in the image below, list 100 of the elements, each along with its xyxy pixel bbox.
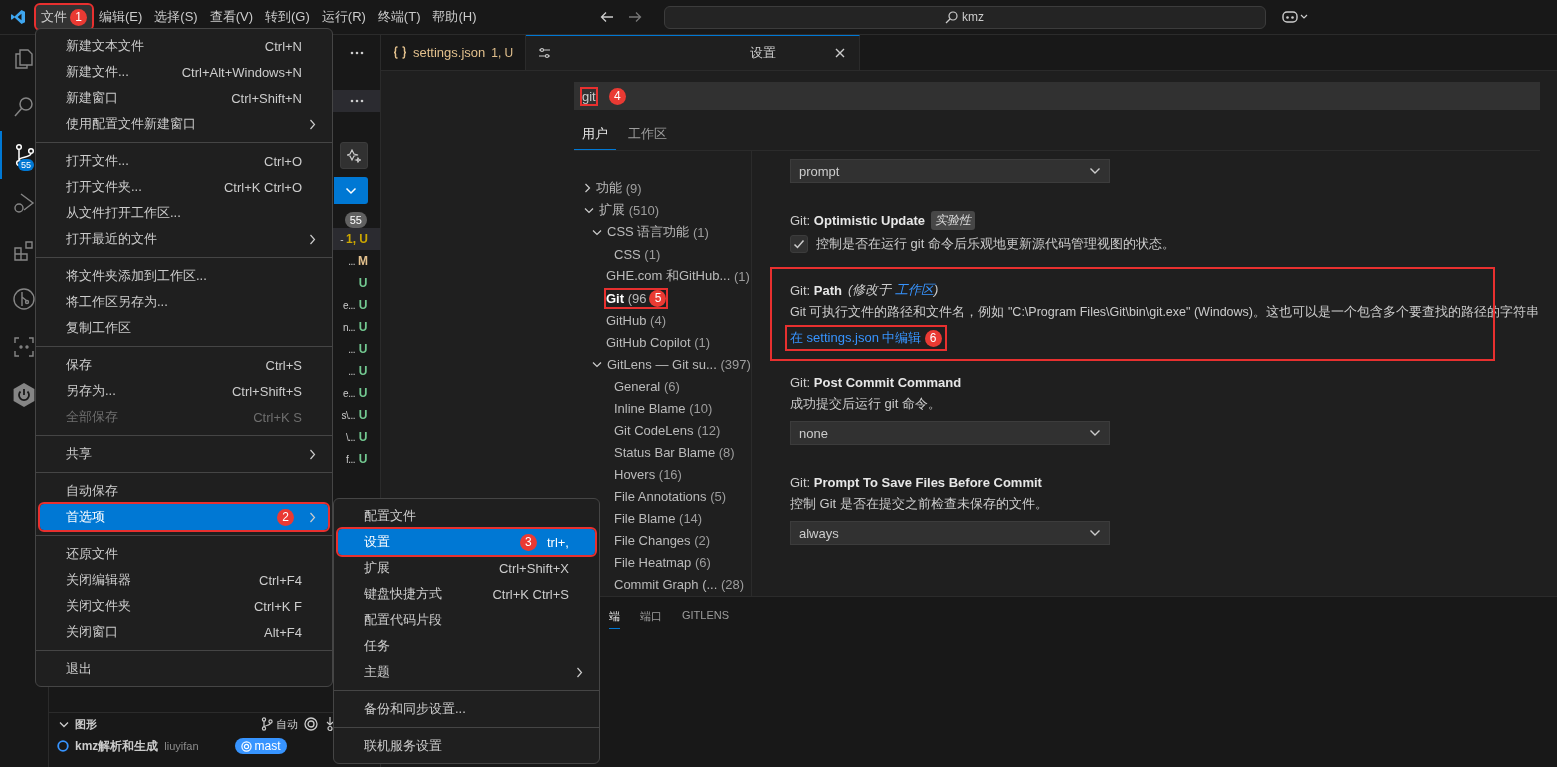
menu-bar-item[interactable]: 文件 1 bbox=[36, 5, 92, 29]
menu-item[interactable]: 打开最近的文件 bbox=[40, 226, 328, 252]
menu-item[interactable]: 另存为... Ctrl+Shift+S bbox=[40, 378, 328, 404]
menu-item[interactable]: 键盘快捷方式 Ctrl+K Ctrl+S bbox=[338, 581, 595, 607]
more-icon[interactable] bbox=[350, 99, 364, 103]
panel-tab[interactable]: 端 bbox=[609, 605, 620, 629]
generate-message-button[interactable] bbox=[340, 142, 368, 169]
editor-tab[interactable]: 设置 bbox=[526, 35, 861, 70]
menu-item[interactable]: 首选项 2 bbox=[40, 504, 328, 530]
menu-item[interactable]: 将文件夹添加到工作区... bbox=[40, 263, 328, 289]
settings-tree-item[interactable]: File Blame (14) bbox=[614, 510, 703, 526]
files-icon[interactable] bbox=[12, 47, 36, 71]
panel-tab[interactable]: GITLENS bbox=[682, 605, 730, 625]
settings-tree-item[interactable]: GitHub Copilot (1) bbox=[606, 334, 711, 350]
settings-tree-item[interactable]: GHE.com 和GitHub... (1) bbox=[606, 267, 750, 285]
scope-tab[interactable]: 工作区 bbox=[620, 120, 675, 150]
settings-tree-item[interactable]: 功能 (9) bbox=[582, 179, 642, 197]
menu-item[interactable]: 设置 3 trl+, bbox=[338, 529, 595, 555]
settings-tree-item[interactable]: File Heatmap (6) bbox=[614, 554, 711, 570]
menu-item[interactable]: 打开文件夹... Ctrl+K Ctrl+O bbox=[40, 174, 328, 200]
close-icon[interactable] bbox=[835, 48, 846, 58]
menu-item[interactable]: 保存 Ctrl+S bbox=[40, 352, 328, 378]
panel-tab[interactable]: 端口 bbox=[640, 605, 662, 628]
menu-item[interactable]: 任务 bbox=[338, 633, 595, 659]
scope-tab[interactable]: 用户 bbox=[574, 120, 616, 150]
menu-item[interactable]: 共享 bbox=[40, 441, 328, 467]
menu-item[interactable]: 将工作区另存为... bbox=[40, 289, 328, 315]
menu-item[interactable]: 自动保存 bbox=[40, 478, 328, 504]
menu-item[interactable]: 扩展 Ctrl+Shift+X bbox=[338, 555, 595, 581]
menu-item[interactable]: 使用配置文件新建窗口 bbox=[40, 111, 328, 137]
setting-title: Git: Post Commit Command bbox=[790, 374, 962, 390]
run-debug-icon[interactable] bbox=[12, 191, 36, 215]
menu-bar-item[interactable]: 运行(R) bbox=[316, 5, 371, 29]
remote-brackets-icon[interactable] bbox=[12, 335, 36, 359]
commit-message[interactable]: kmz解析和生成 bbox=[75, 737, 159, 755]
chevron-right-icon bbox=[309, 119, 316, 130]
git-commit-circle-icon[interactable] bbox=[12, 287, 36, 311]
menu-item[interactable]: 新建文本文件 Ctrl+N bbox=[40, 33, 328, 59]
target-icon[interactable] bbox=[304, 717, 318, 731]
forward-arrow-icon[interactable] bbox=[627, 11, 642, 23]
command-center-search[interactable]: kmz bbox=[663, 5, 1266, 29]
dropdown[interactable]: prompt bbox=[790, 159, 1110, 183]
menu-item[interactable]: 新建文件... Ctrl+Alt+Windows+N bbox=[40, 59, 328, 85]
settings-tree-item[interactable]: Inline Blame (10) bbox=[614, 400, 713, 416]
power-icon[interactable] bbox=[11, 382, 37, 408]
menu-bar-item[interactable]: 选择(S) bbox=[149, 5, 203, 29]
menu-bar-item[interactable]: 终端(T) bbox=[372, 5, 426, 29]
count-badge: 55 bbox=[18, 159, 34, 171]
chevron-down-icon[interactable] bbox=[59, 720, 69, 728]
settings-tree-item[interactable]: Hovers (16) bbox=[614, 466, 682, 482]
menu-bar-item[interactable]: 转到(G) bbox=[260, 5, 315, 29]
branch-icon[interactable] bbox=[261, 717, 273, 731]
menu-item[interactable]: 从文件打开工作区... bbox=[40, 200, 328, 226]
settings-tree-item[interactable]: CSS (1) bbox=[614, 246, 661, 262]
fetch-icon[interactable] bbox=[324, 716, 336, 732]
menu-bar-item[interactable]: 帮助(H) bbox=[427, 5, 482, 29]
settings-tree-item[interactable]: GitHub (4) bbox=[606, 312, 666, 328]
menu-item[interactable]: 联机服务设置 bbox=[338, 733, 595, 759]
extensions-icon[interactable] bbox=[12, 239, 36, 263]
menu-item[interactable]: 主题 bbox=[338, 659, 595, 685]
settings-tree-item[interactable]: GitLens — Git su... (397) bbox=[590, 356, 751, 372]
settings-search-field[interactable]: git 4 bbox=[574, 82, 1540, 110]
search-icon bbox=[945, 10, 958, 24]
settings-tree-item[interactable]: Commit Graph (... (28) bbox=[614, 576, 745, 592]
settings-tree-item[interactable]: 扩展 (510) bbox=[582, 201, 659, 219]
menu-item[interactable]: 备份和同步设置... bbox=[338, 696, 595, 722]
menu-item[interactable]: 关闭文件夹 Ctrl+K F bbox=[40, 593, 328, 619]
settings-tree-item[interactable]: Status Bar Blame (8) bbox=[614, 444, 735, 460]
settings-tree-item[interactable]: General (6) bbox=[614, 378, 680, 394]
menu-item[interactable]: 配置文件 bbox=[338, 503, 595, 529]
mode-label[interactable]: 自动 bbox=[276, 716, 298, 732]
copilot-icon[interactable] bbox=[1281, 10, 1308, 24]
scope-link[interactable]: 工作区 bbox=[895, 282, 934, 297]
edit-in-settings-json-link[interactable]: 在 settings.json 中编辑 6 bbox=[787, 327, 945, 349]
checkbox[interactable] bbox=[790, 235, 808, 253]
dropdown[interactable]: always bbox=[790, 521, 1110, 545]
settings-tree-item[interactable]: Git (96 5 bbox=[606, 289, 667, 307]
menu-bar-item[interactable]: 查看(V) bbox=[204, 5, 259, 29]
menu-item[interactable]: 复制工作区 bbox=[40, 315, 328, 341]
search-icon[interactable] bbox=[12, 95, 36, 119]
menu-item[interactable]: 关闭窗口 Alt+F4 bbox=[40, 619, 328, 645]
menu-bar-item[interactable]: 编辑(E) bbox=[94, 5, 148, 29]
menu-item[interactable]: 打开文件... Ctrl+O bbox=[40, 148, 328, 174]
settings-tree-item[interactable]: File Changes (2) bbox=[614, 532, 711, 548]
settings-tree-item[interactable]: File Annotations (5) bbox=[614, 488, 727, 504]
chevron-right-icon bbox=[309, 234, 316, 245]
back-arrow-icon[interactable] bbox=[599, 11, 614, 23]
chevron-right-icon bbox=[584, 183, 591, 193]
settings-tree-item[interactable]: Git CodeLens (12) bbox=[614, 422, 721, 438]
menu-item[interactable]: 关闭编辑器 Ctrl+F4 bbox=[40, 567, 328, 593]
menu-item[interactable]: 退出 bbox=[40, 656, 328, 682]
dropdown[interactable]: none bbox=[790, 421, 1110, 445]
section-title[interactable]: 图形 bbox=[75, 716, 97, 732]
more-icon[interactable] bbox=[350, 50, 364, 55]
source-control-icon[interactable] bbox=[13, 143, 37, 167]
callout-number: 3 bbox=[519, 533, 537, 551]
settings-tree-item[interactable]: CSS 语言功能 (1) bbox=[590, 223, 709, 241]
menu-item[interactable]: 还原文件 bbox=[40, 541, 328, 567]
menu-item[interactable]: 配置代码片段 bbox=[338, 607, 595, 633]
menu-item[interactable]: 新建窗口 Ctrl+Shift+N bbox=[40, 85, 328, 111]
